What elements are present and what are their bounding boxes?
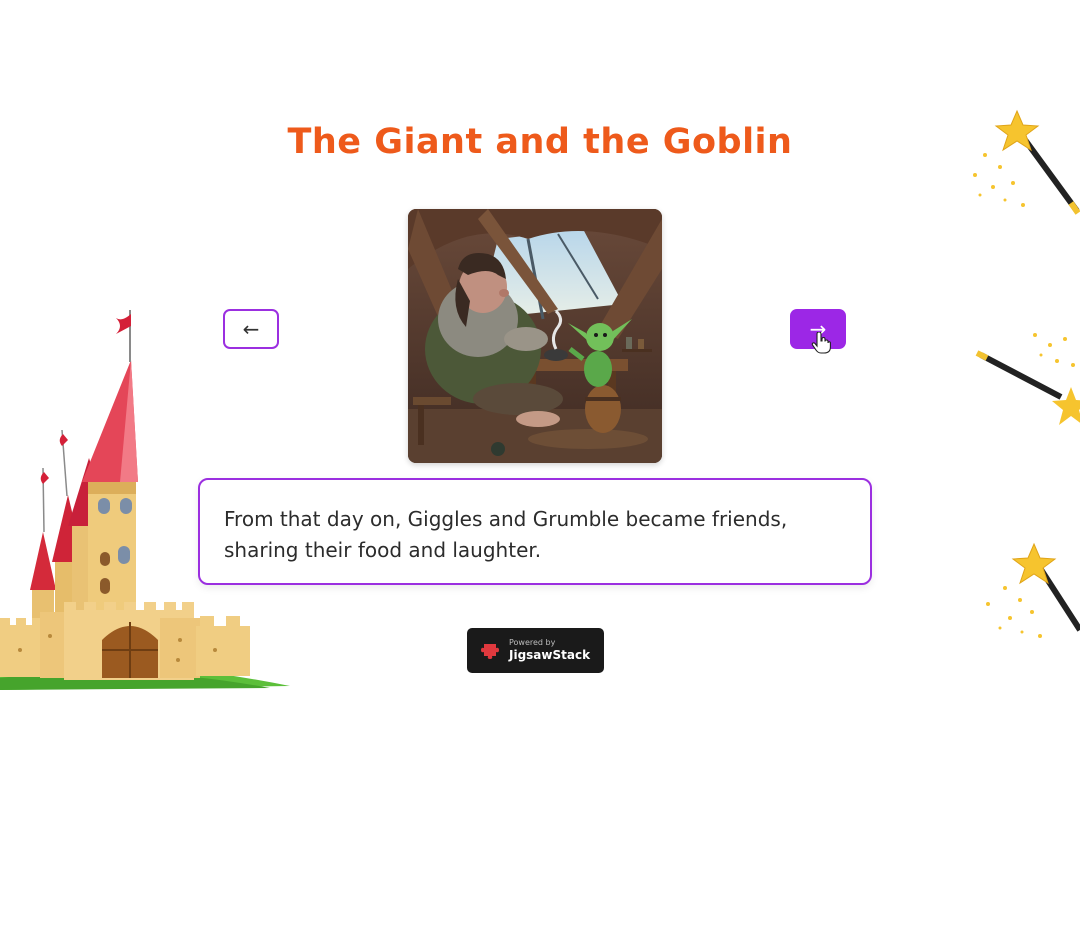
powered-by-label: Powered by xyxy=(509,638,556,647)
story-text-box: From that day on, Giggles and Grumble be… xyxy=(198,478,872,585)
jigsaw-icon xyxy=(481,643,499,659)
magic-wand-bottom xyxy=(986,542,1080,638)
story-text: From that day on, Giggles and Grumble be… xyxy=(224,507,788,562)
magic-wand-middle xyxy=(975,333,1080,425)
powered-by-badge[interactable]: Powered by JigsawStack xyxy=(467,628,604,673)
story-page: The Giant and the Goblin ← → From that d… xyxy=(0,0,1080,925)
story-title: The Giant and the Goblin xyxy=(287,122,793,162)
story-illustration xyxy=(408,209,662,463)
brand-name: JigsawStack xyxy=(509,648,591,662)
hand-pointer-icon xyxy=(811,332,831,354)
previous-page-button[interactable]: ← xyxy=(223,309,279,349)
